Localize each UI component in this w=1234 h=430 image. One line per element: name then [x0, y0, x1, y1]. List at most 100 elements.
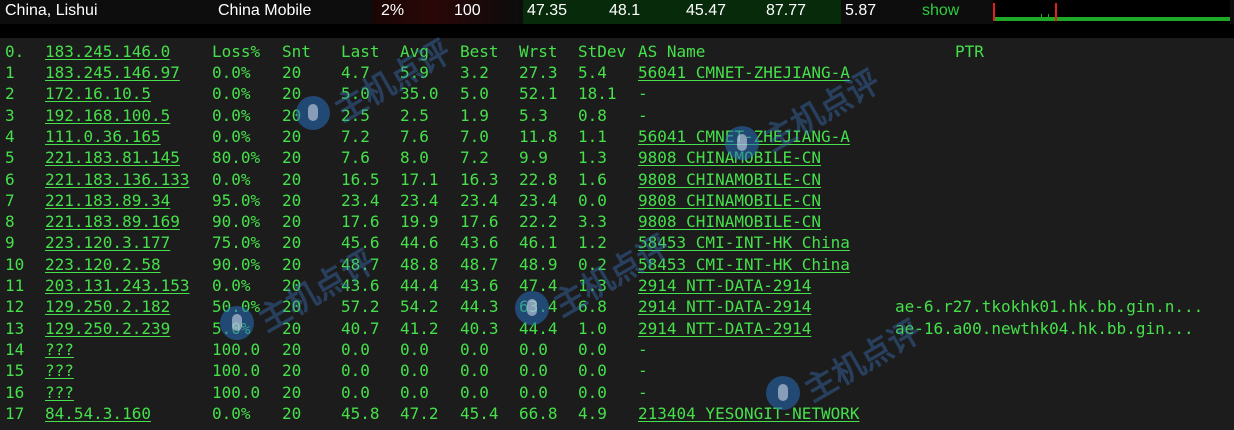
hop-worst: 46.1: [519, 233, 558, 253]
hop-loss: 50.0%: [212, 297, 261, 317]
hop-loss: 0.0%: [212, 169, 251, 189]
hop-host-link[interactable]: 221.183.89.34: [45, 190, 170, 211]
hop-avg: 23.4: [400, 190, 439, 210]
hop-host-link[interactable]: ???: [45, 339, 74, 360]
graph-spike: [993, 3, 995, 21]
hop-index: 4: [5, 126, 15, 146]
hop-stdev: 1.3: [578, 276, 607, 295]
hop-loss: 5.0%: [212, 318, 251, 338]
hop-index: 8: [5, 212, 15, 232]
table-row: 4 111.0.36.165 0.0% 20 7.2 7.6 7.0 11.8 1.1 56041…: [0, 126, 1234, 147]
hop-host-link[interactable]: 172.16.10.5: [45, 83, 151, 104]
hop-stdev: 0.2: [578, 254, 607, 274]
hop-avg: 47.2: [400, 403, 439, 423]
hop-worst: 0.0: [519, 339, 548, 359]
summary-snt: 100: [454, 2, 481, 19]
header-wrst: Wrst: [519, 42, 558, 61]
summary-loss: 2%: [381, 2, 405, 19]
hop-worst: 52.1: [519, 84, 558, 104]
isp-label: China Mobile: [218, 2, 312, 19]
summary-bar: China, Lishui China Mobile 2% 100 47.35 …: [0, 0, 1234, 24]
hop-stdev: 0.0: [578, 339, 607, 359]
hop-loss: 90.0%: [212, 254, 261, 274]
hop-host-link[interactable]: 221.183.89.169: [45, 211, 180, 232]
hop-stdev: 1.2: [578, 233, 607, 253]
hop-avg: 8.0: [400, 148, 429, 168]
hop-avg: 48.8: [400, 254, 439, 274]
hop-stdev: 1.3: [578, 148, 607, 168]
hop-as-name[interactable]: 56041 CMNET-ZHEJIANG-A: [638, 126, 850, 147]
hop-last: 4.7: [341, 63, 370, 82]
hop-last: 23.4: [341, 190, 380, 210]
hop-last: 17.6: [341, 212, 380, 232]
hop-as-name[interactable]: 9808 CHINAMOBILE-CN: [638, 190, 821, 211]
hop-sent: 20: [282, 84, 302, 104]
hop-as-name[interactable]: 2914 NTT-DATA-2914: [638, 275, 811, 296]
hop-best: 1.9: [460, 105, 489, 125]
graph-tick: [1048, 14, 1049, 17]
hop-avg: 0.0: [400, 361, 429, 381]
hop-sent: 20: [282, 212, 302, 232]
hop-index: 14: [5, 339, 25, 359]
hop-stdev: 6.8: [578, 297, 607, 317]
hop-as-name[interactable]: 9808 CHINAMOBILE-CN: [638, 147, 821, 168]
hop-sent: 20: [282, 382, 302, 402]
hop-loss: 0.0%: [212, 63, 251, 82]
hop-host-link[interactable]: 129.250.2.239: [45, 318, 170, 339]
hop-as-name[interactable]: 58453 CMI-INT-HK China: [638, 232, 850, 253]
hop-sent: 20: [282, 361, 302, 381]
hop-best: 43.6: [460, 276, 499, 295]
hop-as-name[interactable]: 2914 NTT-DATA-2914: [638, 296, 811, 317]
table-row: 8 221.183.89.169 90.0% 20 17.6 19.9 17.6 22.2 3.…: [0, 211, 1234, 232]
hop-worst: 22.2: [519, 212, 558, 232]
hop-as-name[interactable]: 9808 CHINAMOBILE-CN: [638, 211, 821, 232]
hop-host-link[interactable]: 223.120.2.58: [45, 254, 161, 275]
header-avg: Avg: [400, 42, 429, 61]
hop-as-name: -: [638, 382, 648, 402]
hop-host-link[interactable]: 221.183.81.145: [45, 147, 180, 168]
hop-host-link[interactable]: ???: [45, 382, 74, 403]
hop-loss: 100.0: [212, 382, 261, 402]
hop-host-link[interactable]: 221.183.136.133: [45, 169, 190, 190]
hop-best: 16.3: [460, 169, 499, 189]
hop-best: 3.2: [460, 63, 489, 82]
hop-best: 0.0: [460, 382, 489, 402]
hop-as-name[interactable]: 2914 NTT-DATA-2914: [638, 318, 811, 339]
hop-index: 7: [5, 190, 15, 210]
hop-host-link[interactable]: 111.0.36.165: [45, 126, 161, 147]
hop-host-link[interactable]: ???: [45, 360, 74, 381]
hop-best: 7.0: [460, 126, 489, 146]
hop-loss: 75.0%: [212, 233, 261, 253]
hop-last: 0.0: [341, 361, 370, 381]
hop-as-name[interactable]: 213404 YESONGIT-NETWORK: [638, 403, 860, 424]
hop-best: 5.0: [460, 84, 489, 104]
hop-as-name[interactable]: 56041 CMNET-ZHEJIANG-A: [638, 62, 850, 83]
hop-index: 15: [5, 361, 25, 381]
hop-index: 2: [5, 84, 15, 104]
show-link[interactable]: show: [922, 2, 959, 20]
hop-best: 43.6: [460, 233, 499, 253]
hop-last: 7.2: [341, 126, 370, 146]
header-host[interactable]: 183.245.146.0: [45, 41, 170, 62]
hop-index: 1: [5, 63, 15, 82]
hop-host-link[interactable]: 129.250.2.182: [45, 296, 170, 317]
graph-spike: [1055, 3, 1057, 21]
hop-host-link[interactable]: 203.131.243.153: [45, 275, 190, 296]
hop-sent: 20: [282, 126, 302, 146]
hop-avg: 0.0: [400, 382, 429, 402]
hop-as-name[interactable]: 9808 CHINAMOBILE-CN: [638, 169, 821, 190]
hop-as-name[interactable]: 58453 CMI-INT-HK China: [638, 254, 850, 275]
hop-sent: 20: [282, 233, 302, 253]
hop-last: 43.6: [341, 276, 380, 295]
table-header: 0. 183.245.146.0 Loss% Snt Last Avg Best…: [0, 41, 1234, 62]
hop-host-link[interactable]: 223.120.3.177: [45, 232, 170, 253]
hop-host-link[interactable]: 84.54.3.160: [45, 403, 151, 424]
hop-host-link[interactable]: 183.245.146.97: [45, 62, 180, 83]
hop-host-link[interactable]: 192.168.100.5: [45, 105, 170, 126]
graph-tick: [1041, 14, 1042, 17]
hop-worst: 22.8: [519, 169, 558, 189]
hop-last: 7.6: [341, 148, 370, 168]
hop-sent: 20: [282, 190, 302, 210]
graph-baseline: [993, 17, 1230, 21]
hop-as-name: -: [638, 339, 648, 359]
